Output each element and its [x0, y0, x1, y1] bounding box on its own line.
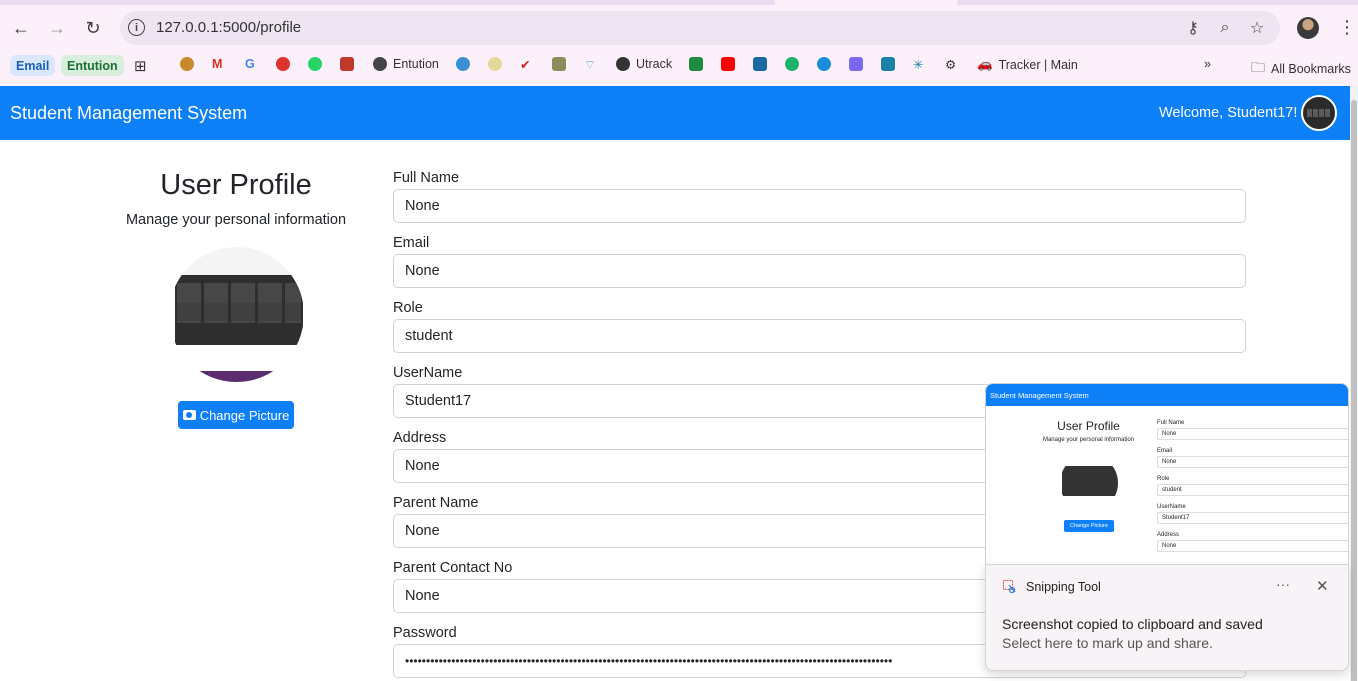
notification-app-name: Snipping Tool	[1026, 580, 1101, 594]
preview-label: Address	[1157, 532, 1180, 538]
parent-contact-label: Parent Contact No	[393, 560, 513, 576]
bookmark-email-chip[interactable]: Email	[10, 55, 56, 76]
scrollbar-thumb[interactable]	[1351, 100, 1357, 681]
zoom-icon[interactable]: ⌕	[1214, 17, 1236, 39]
preview-input: None	[1157, 428, 1348, 440]
bookmark-favicon-8[interactable]: ⌔	[584, 57, 596, 73]
bookmark-star-icon[interactable]: ☆	[1246, 17, 1268, 39]
preview-avatar	[1060, 454, 1118, 512]
app-navbar: Student Management System Welcome, Stude…	[0, 86, 1350, 140]
bookmark-favicon-11[interactable]	[785, 57, 799, 71]
back-icon[interactable]: ←	[10, 17, 32, 39]
preview-navbar: Student Management System	[986, 384, 1348, 406]
preview-label: Full Name	[1157, 420, 1185, 426]
preview-input: None	[1157, 540, 1348, 552]
bookmark-favicon-12[interactable]	[817, 57, 831, 71]
page-subtitle: Manage your personal information	[125, 212, 347, 228]
apps-grid-icon[interactable]: ⊞	[134, 57, 147, 75]
more-options-icon[interactable]: ···	[1276, 576, 1290, 592]
reload-icon[interactable]: ↻	[82, 17, 104, 39]
email-field[interactable]: None	[393, 254, 1246, 288]
bookmark-favicon-6[interactable]: ✔	[520, 57, 530, 72]
bookmark-favicon-2[interactable]	[276, 57, 290, 71]
snipping-tool-notification[interactable]: Snipping Tool ··· ✕ Screenshot copied to…	[985, 564, 1349, 671]
welcome-text: Welcome, Student17!	[1159, 105, 1298, 121]
close-icon[interactable]: ✕	[1316, 577, 1329, 595]
tab-strip	[0, 0, 1358, 5]
preview-input: Student17	[1157, 512, 1348, 524]
bookmark-favicon-3[interactable]	[340, 57, 354, 71]
active-tab[interactable]	[775, 0, 957, 5]
bookmark-utrack[interactable]: Utrack	[616, 57, 672, 71]
notification-message: Screenshot copied to clipboard and saved	[1002, 616, 1263, 632]
bookmark-tracker[interactable]: 🚗 Tracker | Main	[977, 57, 1078, 72]
bookmark-favicon-5[interactable]	[488, 57, 502, 71]
forward-icon[interactable]: →	[46, 17, 68, 39]
browser-menu-icon[interactable]: ⋮	[1338, 17, 1356, 38]
role-label: Role	[393, 300, 423, 316]
whatsapp-icon[interactable]	[308, 57, 322, 71]
bookmark-favicon-7[interactable]	[552, 57, 566, 71]
role-field[interactable]: student	[393, 319, 1246, 353]
preview-label: Email	[1157, 448, 1173, 454]
page-scrollbar[interactable]	[1350, 86, 1358, 681]
preview-subtitle: Manage your personal information	[1042, 437, 1135, 443]
preview-label: UserName	[1157, 504, 1186, 510]
more-bookmarks-icon[interactable]: »	[1204, 57, 1211, 71]
chatgpt-icon[interactable]: ⚙	[945, 57, 956, 72]
address-label: Address	[393, 430, 447, 446]
email-label: Email	[393, 235, 430, 251]
bookmark-favicon-9[interactable]	[689, 57, 703, 71]
preview-label: Role	[1157, 476, 1170, 482]
bookmarks-bar: Email Entution ⊞ M G Entution ✔ ⌔ Utrack…	[0, 53, 1358, 78]
bookmark-entution[interactable]: Entution	[373, 57, 439, 71]
profile-picture	[169, 247, 304, 382]
bookmark-favicon-14[interactable]	[881, 57, 895, 71]
parent-name-label: Parent Name	[393, 495, 479, 511]
youtube-icon[interactable]	[721, 57, 735, 71]
change-picture-label: Change Picture	[199, 407, 290, 423]
username-label: UserName	[393, 365, 463, 381]
user-avatar[interactable]	[1301, 95, 1337, 131]
bookmark-favicon-4[interactable]	[456, 57, 470, 71]
bookmark-favicon-1[interactable]	[180, 57, 194, 71]
change-picture-button[interactable]: Change Picture	[178, 401, 294, 429]
google-icon[interactable]: G	[245, 57, 255, 71]
bookmark-entution-chip[interactable]: Entution	[61, 55, 124, 76]
password-label: Password	[393, 625, 457, 641]
full-name-label: Full Name	[393, 170, 460, 186]
password-key-icon[interactable]: ⚷	[1182, 17, 1204, 39]
camera-icon	[182, 410, 196, 420]
brand-title[interactable]: Student Management System	[10, 103, 247, 124]
full-name-field[interactable]: None	[393, 189, 1246, 223]
bookmark-favicon-15[interactable]: ✳	[913, 57, 923, 72]
preview-input: None	[1157, 456, 1348, 468]
browser-profile-avatar[interactable]	[1297, 17, 1319, 39]
snip-preview-thumbnail[interactable]: Student Management System User Profile M…	[985, 383, 1349, 565]
site-info-icon[interactable]: i	[128, 19, 145, 36]
all-bookmarks[interactable]: 🗀 All Bookmarks	[1251, 57, 1351, 81]
url-text[interactable]: 127.0.0.1:5000/profile	[156, 19, 301, 36]
bookmark-favicon-10[interactable]	[753, 57, 767, 71]
preview-title: User Profile	[1057, 419, 1120, 433]
preview-input: student	[1157, 484, 1348, 496]
page-title: User Profile	[160, 169, 312, 201]
preview-button: Change Picture	[1064, 520, 1114, 532]
bookmark-favicon-13[interactable]	[849, 57, 863, 71]
gmail-icon[interactable]: M	[212, 57, 222, 71]
scissors-icon	[1003, 580, 1016, 594]
notification-subtext: Select here to mark up and share.	[1002, 635, 1213, 651]
